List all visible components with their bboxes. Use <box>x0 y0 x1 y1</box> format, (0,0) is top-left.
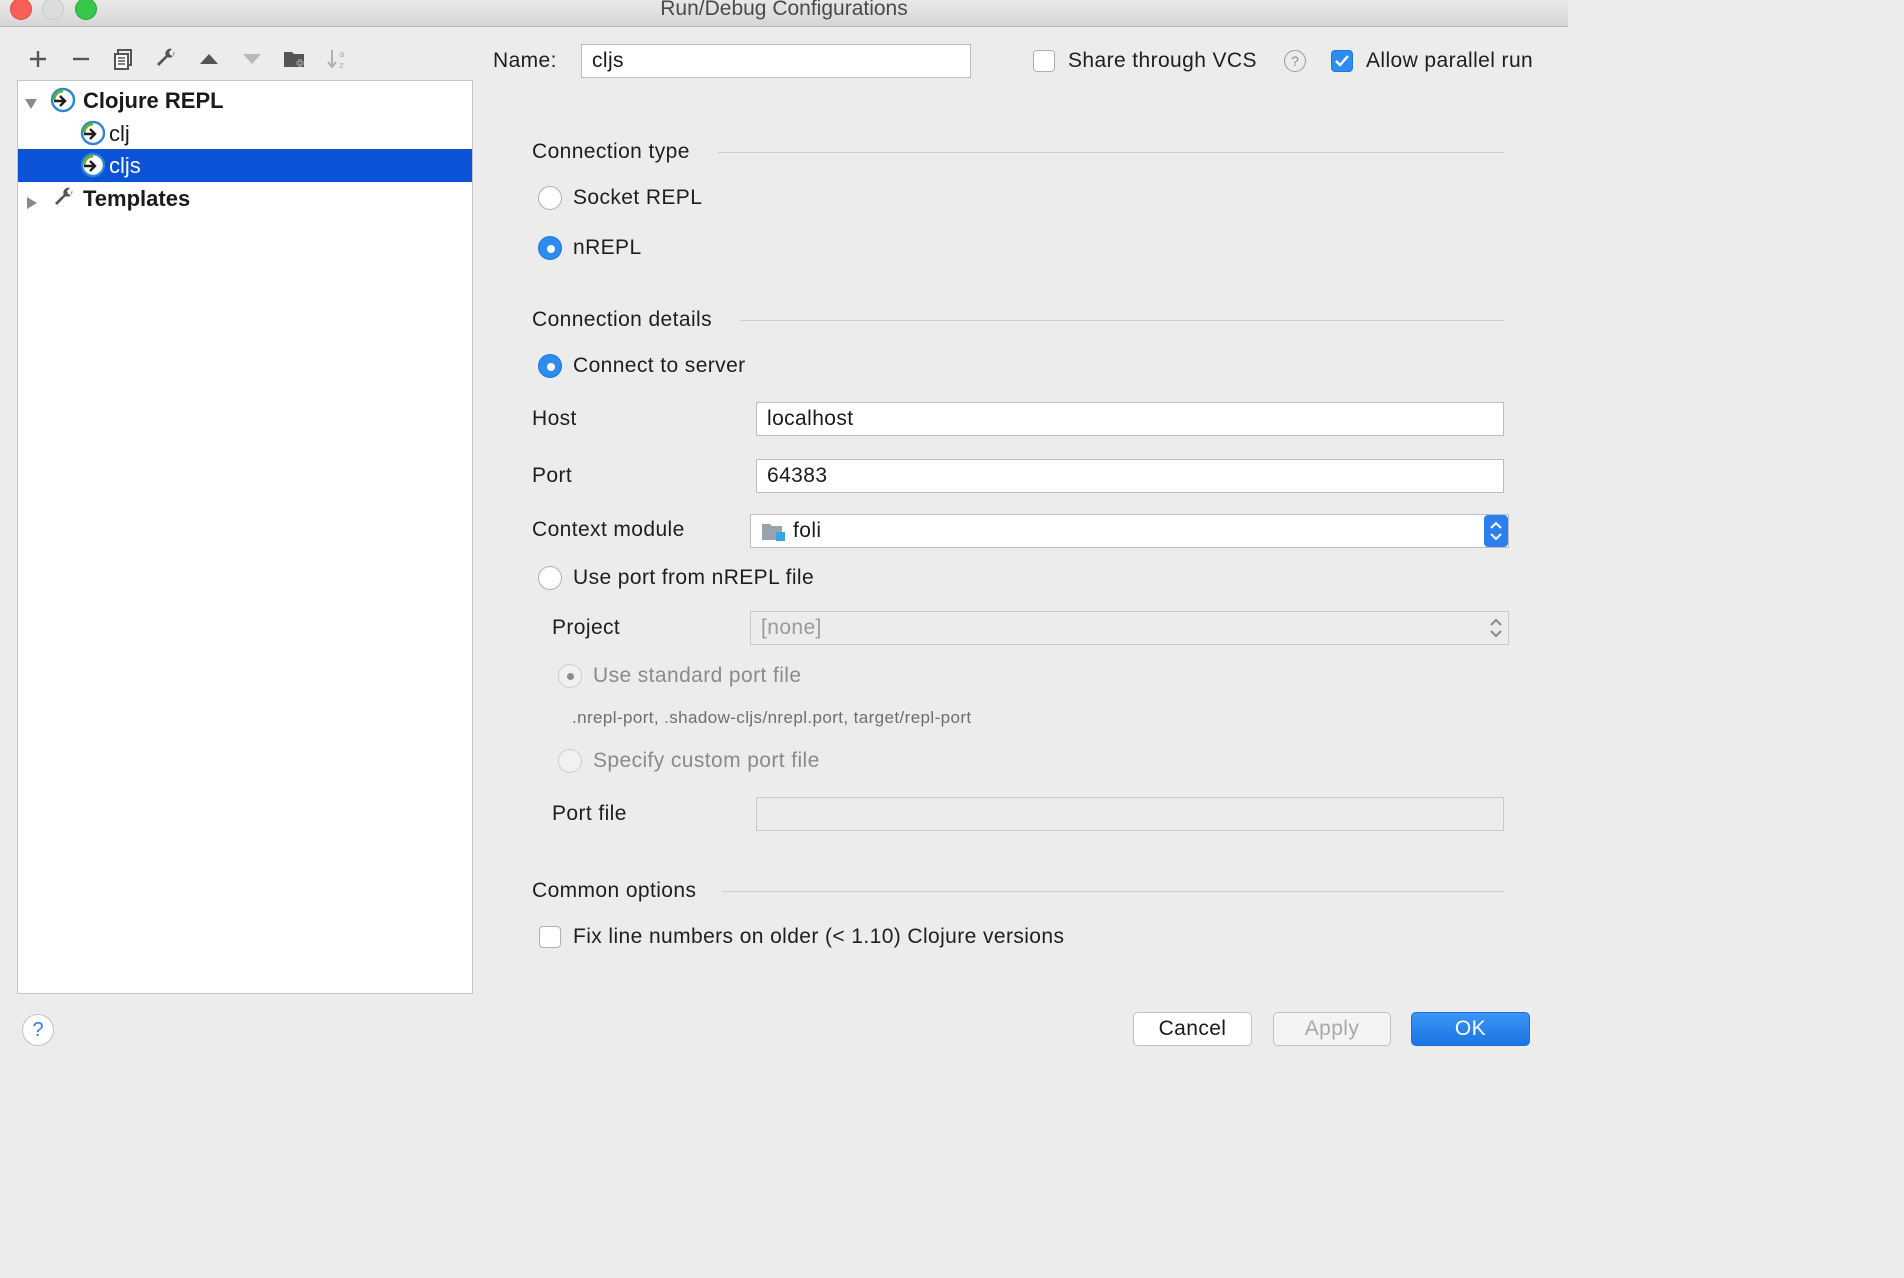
custom-port-file-label: Specify custom port file <box>593 749 820 772</box>
socket-repl-label: Socket REPL <box>573 186 703 209</box>
connect-to-server-radio[interactable] <box>538 354 562 378</box>
tree-item-label: cljs <box>109 152 141 178</box>
allow-parallel-label: Allow parallel run <box>1366 49 1534 72</box>
custom-port-file-radio[interactable] <box>558 749 582 773</box>
fix-line-numbers-checkbox[interactable] <box>539 926 561 948</box>
svg-text:a: a <box>339 50 345 60</box>
expand-arrow-icon[interactable] <box>24 91 38 117</box>
nrepl-radio[interactable] <box>538 236 562 260</box>
tree-item-templates[interactable]: Templates <box>18 182 472 215</box>
port-file-input[interactable] <box>756 797 1504 831</box>
wrench-icon <box>52 186 76 216</box>
project-label: Project <box>552 616 621 639</box>
clojure-repl-icon <box>80 152 106 184</box>
use-port-file-radio[interactable] <box>538 566 562 590</box>
remove-icon[interactable] <box>66 44 96 74</box>
move-down-icon[interactable] <box>237 44 267 74</box>
context-module-label: Context module <box>532 518 685 541</box>
window-title-bar: Run/Debug Configurations <box>0 0 1568 27</box>
host-input[interactable]: localhost <box>756 402 1504 436</box>
connection-details-heading: Connection details <box>532 308 712 331</box>
chevron-updown-icon[interactable] <box>1484 612 1508 644</box>
move-up-icon[interactable] <box>194 44 224 74</box>
configuration-tree[interactable]: Clojure REPL clj cljs Templates <box>17 80 473 994</box>
window-title: Run/Debug Configurations <box>660 0 908 20</box>
copy-icon[interactable] <box>108 44 138 74</box>
tree-item-label: Clojure REPL <box>83 87 224 113</box>
port-label: Port <box>532 464 573 487</box>
tree-item-clojure-repl[interactable]: Clojure REPL <box>18 84 472 117</box>
socket-repl-radio[interactable] <box>538 186 562 210</box>
section-divider <box>740 320 1504 321</box>
name-label: Name: <box>493 49 557 72</box>
checkmark-icon <box>1335 55 1349 67</box>
fix-line-numbers-label: Fix line numbers on older (< 1.10) Cloju… <box>573 925 1065 948</box>
clojure-repl-icon <box>80 120 106 152</box>
folder-add-icon[interactable] <box>280 44 310 74</box>
nrepl-label: nREPL <box>573 236 642 259</box>
port-file-label: Port file <box>552 802 627 825</box>
share-vcs-checkbox[interactable] <box>1033 50 1055 72</box>
section-divider <box>722 891 1504 892</box>
chevron-updown-icon[interactable] <box>1484 515 1508 547</box>
cancel-button[interactable]: Cancel <box>1133 1012 1252 1046</box>
standard-port-hint: .nrepl-port, .shadow-cljs/nrepl.port, ta… <box>572 708 972 727</box>
tree-item-label: Templates <box>83 185 191 211</box>
collapsed-arrow-icon[interactable] <box>25 190 39 216</box>
tree-item-clj[interactable]: clj <box>18 117 472 150</box>
host-label: Host <box>532 407 577 430</box>
apply-button[interactable]: Apply <box>1273 1012 1391 1046</box>
svg-text:z: z <box>339 61 344 71</box>
ok-button[interactable]: OK <box>1411 1012 1530 1046</box>
help-button[interactable]: ? <box>22 1014 54 1046</box>
add-icon[interactable] <box>23 44 53 74</box>
connect-to-server-label: Connect to server <box>573 354 746 377</box>
allow-parallel-checkbox[interactable] <box>1331 50 1353 72</box>
tree-item-label: clj <box>109 120 130 146</box>
tree-item-cljs[interactable]: cljs <box>18 149 472 182</box>
context-module-select[interactable]: foli <box>750 514 1509 548</box>
use-port-file-label: Use port from nREPL file <box>573 566 815 589</box>
project-select[interactable]: [none] <box>750 611 1509 645</box>
standard-port-file-radio[interactable] <box>558 664 582 688</box>
name-input[interactable]: cljs <box>581 44 971 78</box>
common-options-heading: Common options <box>532 879 697 902</box>
standard-port-file-label: Use standard port file <box>593 664 802 687</box>
clojure-repl-icon <box>50 87 76 119</box>
connection-type-heading: Connection type <box>532 140 690 163</box>
context-module-value: foli <box>793 519 822 542</box>
project-value: [none] <box>761 616 822 639</box>
module-folder-icon <box>761 521 787 549</box>
help-icon[interactable]: ? <box>1284 50 1306 72</box>
share-vcs-label: Share through VCS <box>1068 49 1257 72</box>
sort-icon[interactable]: az <box>323 44 353 74</box>
section-divider <box>718 152 1504 153</box>
port-input[interactable]: 64383 <box>756 459 1504 493</box>
wrench-icon[interactable] <box>151 44 181 74</box>
